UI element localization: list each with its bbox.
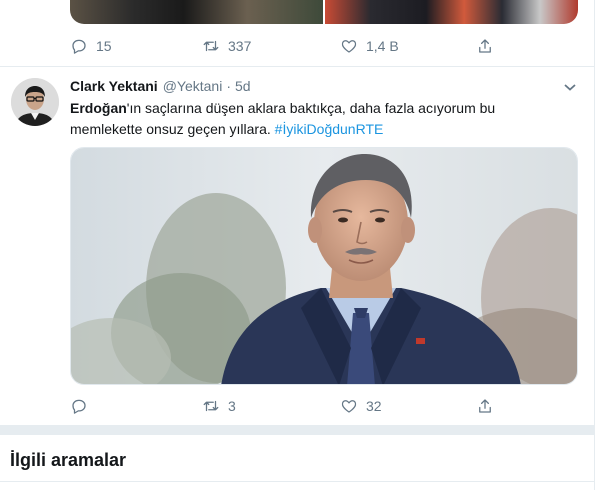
like-icon: [341, 40, 357, 53]
previous-tweet-image-right[interactable]: [325, 0, 578, 24]
tweet-menu-button[interactable]: [563, 80, 577, 94]
section-separator: [0, 425, 595, 435]
tweet-header: Clark Yektani @Yektani · 5d: [70, 78, 251, 96]
author-name[interactable]: Clark Yektani: [70, 78, 158, 94]
like-icon: [341, 400, 357, 413]
tweet-text-bold: Erdoğan: [70, 100, 127, 116]
avatar[interactable]: [11, 78, 59, 126]
retweet-button[interactable]: 337: [202, 37, 251, 55]
author-handle[interactable]: @Yektani: [163, 78, 223, 94]
tweet-actions: 3 32: [70, 396, 500, 416]
timeline: 15 337 1,4 B Clark Yektani @Yektani · 5d…: [0, 0, 595, 490]
related-searches-heading: İlgili aramalar: [10, 450, 127, 470]
retweet-count: 337: [228, 38, 252, 54]
avatar-image: [11, 78, 59, 126]
like-button[interactable]: 32: [340, 397, 382, 415]
share-icon: [479, 39, 491, 53]
retweet-count: 3: [228, 398, 236, 414]
reply-button[interactable]: 15: [70, 37, 112, 55]
previous-tweet-actions: 15 337 1,4 B: [70, 36, 500, 56]
tweet-photo-image: [71, 148, 577, 384]
reply-count: 15: [96, 38, 112, 54]
retweet-icon: [203, 40, 219, 52]
previous-tweet-image-left[interactable]: [70, 0, 323, 24]
retweet-button[interactable]: 3: [202, 397, 236, 415]
like-button[interactable]: 1,4 B: [340, 37, 399, 55]
tweet-photo[interactable]: [70, 147, 578, 385]
reply-icon: [72, 399, 86, 414]
like-count: 32: [366, 398, 382, 414]
hashtag-link[interactable]: #İyikiDoğdunRTE: [275, 121, 384, 137]
header-separator: ·: [226, 78, 231, 94]
retweet-icon: [203, 400, 219, 412]
tweet-text: Erdoğan'ın saçlarına düşen aklara baktık…: [70, 98, 570, 140]
related-divider: [0, 481, 595, 482]
tweet-divider: [0, 66, 595, 67]
tweet-timestamp[interactable]: 5d: [235, 78, 251, 94]
like-count: 1,4 B: [366, 38, 399, 54]
share-button[interactable]: [476, 37, 494, 55]
share-icon: [479, 399, 491, 413]
previous-tweet-media[interactable]: [70, 0, 578, 24]
share-button[interactable]: [476, 397, 494, 415]
chevron-down-icon: [564, 84, 576, 91]
reply-button[interactable]: [70, 397, 96, 415]
reply-icon: [72, 39, 86, 54]
